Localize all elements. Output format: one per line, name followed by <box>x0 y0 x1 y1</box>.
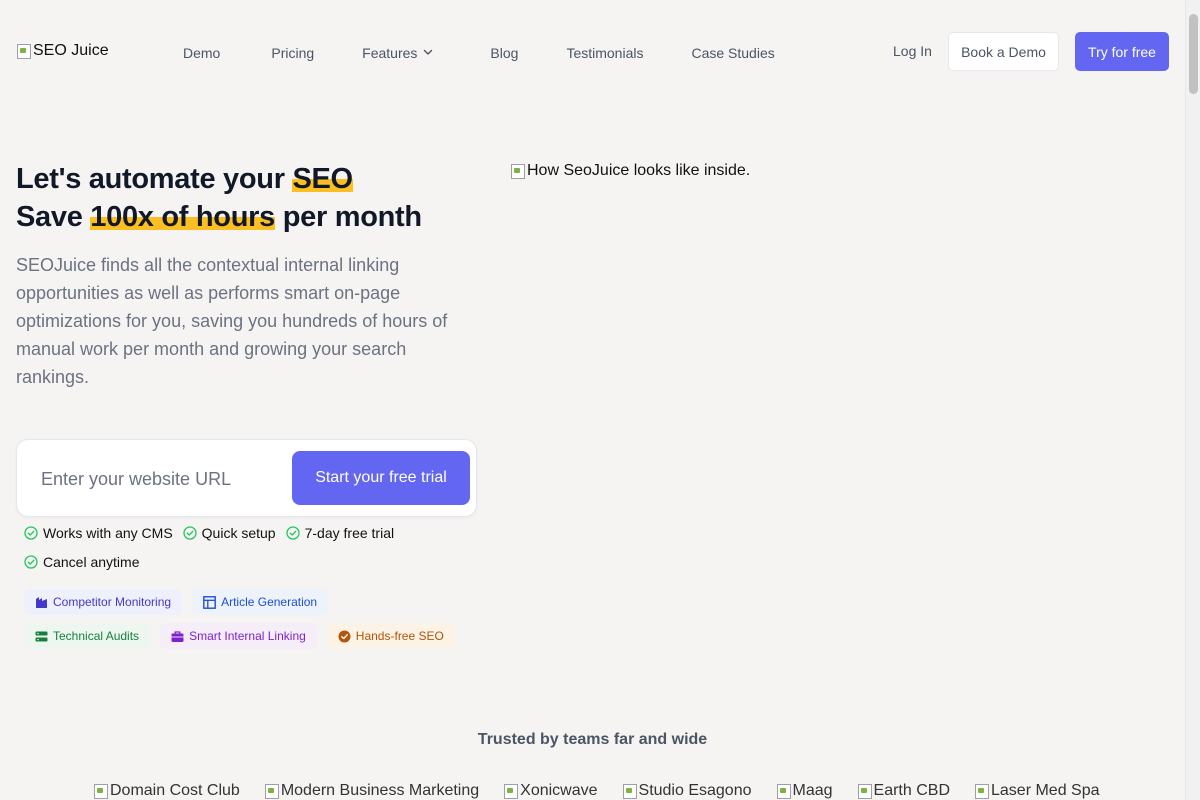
hero-image-alt-text: How SeoJuice looks like inside. <box>527 162 751 179</box>
signup-form: Start your free trial <box>16 439 477 517</box>
broken-image-icon <box>622 783 638 799</box>
hero-screenshot-image: How SeoJuice looks like inside. <box>510 162 750 180</box>
nav-blog[interactable]: Blog <box>490 45 518 61</box>
customer-logo-alt: Modern Business Marketing <box>280 782 480 799</box>
broken-image-icon <box>510 163 526 179</box>
layout-icon <box>203 595 216 609</box>
customer-logo: Laser Med Spa <box>974 782 1100 800</box>
hero-title-line2-prefix: Save <box>16 201 91 233</box>
customer-logo: Maag <box>776 782 833 800</box>
main-nav: Demo Pricing Features Blog Testimonials … <box>183 45 775 61</box>
check-circle-icon <box>24 526 38 540</box>
feature-checklist: Works with any CMS Quick setup 7-day fre… <box>24 525 464 570</box>
hero-title-highlight-hours: 100x of hours <box>90 201 275 233</box>
building-icon <box>36 596 47 608</box>
nav-testimonials[interactable]: Testimonials <box>566 45 643 61</box>
website-url-input[interactable] <box>41 462 281 496</box>
check-circle-icon <box>285 526 300 540</box>
broken-image-icon <box>16 43 32 59</box>
customer-logo-alt: Laser Med Spa <box>991 782 1100 799</box>
site-header: SEO Juice Demo Pricing Features Blog Tes… <box>0 0 1185 104</box>
check-label: 7-day free trial <box>304 525 395 541</box>
customer-logo-alt: Earth CBD <box>873 782 950 799</box>
check-item: Quick setup <box>183 525 276 541</box>
check-label: Quick setup <box>201 525 276 541</box>
nav-features[interactable]: Features <box>362 45 433 61</box>
tag-smart-internal-linking[interactable]: Smart Internal Linking <box>160 623 317 649</box>
page-scrollbar[interactable] <box>1185 0 1200 800</box>
scrollbar-thumb[interactable] <box>1189 14 1198 94</box>
tag-technical-audits[interactable]: Technical Audits <box>24 623 151 649</box>
chevron-down-icon <box>423 47 433 57</box>
check-label: Cancel anytime <box>43 554 140 570</box>
nav-demo[interactable]: Demo <box>183 45 220 61</box>
broken-image-icon <box>264 783 280 799</box>
broken-image-icon <box>974 783 990 799</box>
briefcase-icon <box>171 630 184 642</box>
customer-logo: Modern Business Marketing <box>264 782 479 800</box>
customer-logo-alt: Maag <box>792 782 833 799</box>
broken-image-icon <box>857 783 873 799</box>
tag-label: Technical Audits <box>53 629 140 643</box>
hero-title-line2-suffix: per month <box>274 201 422 233</box>
broken-image-icon <box>776 783 792 799</box>
check-label: Works with any CMS <box>43 525 173 541</box>
check-item: Works with any CMS <box>24 525 173 541</box>
feature-tags: Competitor Monitoring Article Generation… <box>24 589 474 649</box>
tag-article-generation[interactable]: Article Generation <box>192 589 329 615</box>
check-badge-icon <box>338 630 351 642</box>
hero-title-line1-prefix: Let's automate your <box>16 163 293 195</box>
check-circle-icon <box>183 526 197 540</box>
tag-label: Article Generation <box>221 595 318 609</box>
book-demo-button[interactable]: Book a Demo <box>948 32 1059 71</box>
customer-logo: Earth CBD <box>857 782 950 800</box>
tag-label: Hands-free SEO <box>355 629 444 643</box>
customer-logos: Domain Cost Club Modern Business Marketi… <box>93 782 1124 800</box>
hero-title-highlight-seo: SEO <box>292 163 353 195</box>
check-item: 7-day free trial <box>285 525 395 541</box>
tag-label: Smart Internal Linking <box>189 629 306 643</box>
check-item: Cancel anytime <box>24 554 454 570</box>
hero-title: Let's automate your SEO Save 100x of hou… <box>16 160 422 236</box>
customer-logo-alt: Studio Esagono <box>638 782 752 799</box>
nav-features-label: Features <box>362 45 418 61</box>
tag-hands-free-seo[interactable]: Hands-free SEO <box>326 623 455 649</box>
broken-image-icon <box>93 783 109 799</box>
customer-logo: Studio Esagono <box>622 782 752 800</box>
customer-logo: Xonicwave <box>503 782 598 800</box>
start-free-trial-button[interactable]: Start your free trial <box>292 451 470 505</box>
try-free-button[interactable]: Try for free <box>1075 32 1169 71</box>
customer-logo-alt: Xonicwave <box>520 782 598 799</box>
tag-competitor-monitoring[interactable]: Competitor Monitoring <box>24 589 183 615</box>
check-circle-icon <box>24 555 38 569</box>
tag-label: Competitor Monitoring <box>53 595 172 609</box>
hero-description: SEOJuice finds all the contextual intern… <box>16 255 448 387</box>
logo-alt-text: SEO Juice <box>33 42 109 59</box>
customer-logo: Domain Cost Club <box>93 782 240 800</box>
trusted-heading: Trusted by teams far and wide <box>477 731 708 748</box>
logo[interactable]: SEO Juice <box>16 42 109 60</box>
nav-pricing[interactable]: Pricing <box>271 45 314 61</box>
broken-image-icon <box>503 783 519 799</box>
login-link[interactable]: Log In <box>893 43 932 59</box>
server-icon <box>35 631 48 641</box>
nav-case-studies[interactable]: Case Studies <box>691 45 774 61</box>
customer-logo-alt: Domain Cost Club <box>110 782 240 799</box>
